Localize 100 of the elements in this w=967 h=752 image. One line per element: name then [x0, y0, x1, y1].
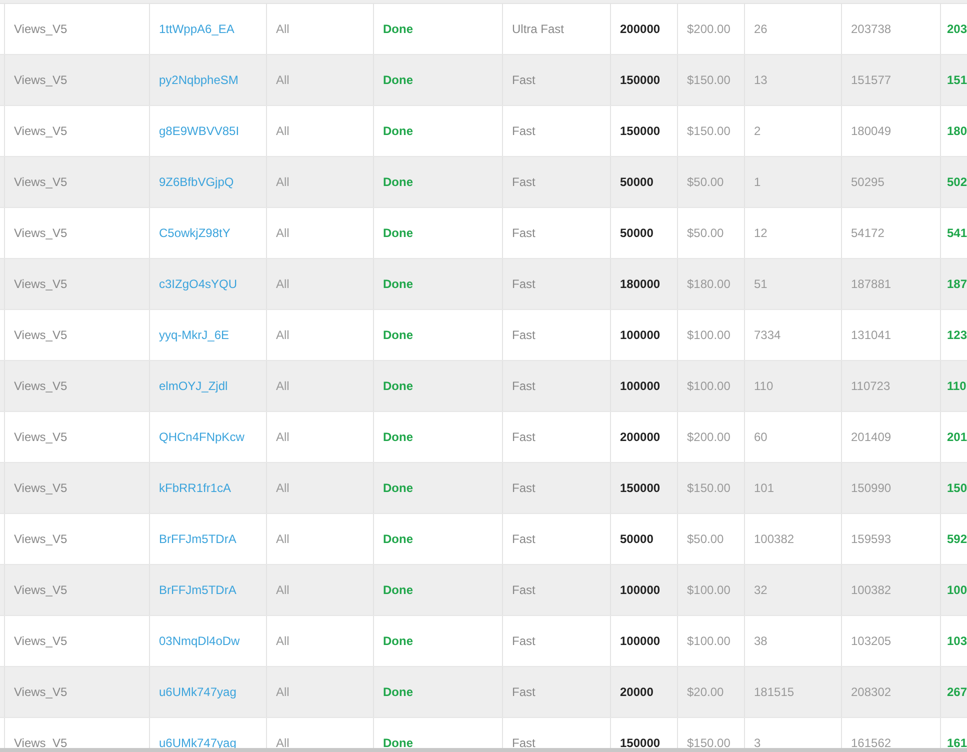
status-text: Done	[383, 225, 413, 242]
table-cell-text: 50000	[620, 531, 654, 548]
table-cell-text: $150.00	[687, 123, 730, 140]
video-link[interactable]: 03NmqDl4oDw	[159, 632, 240, 650]
video-link[interactable]: c3IZgO4sYQU	[159, 275, 238, 293]
table-cell-text: 103205	[851, 633, 892, 650]
table-cell-text: $150.00	[687, 735, 730, 752]
video-link[interactable]: C5owkjZ98tY	[159, 224, 230, 242]
video-link[interactable]: elmOYJ_Zjdl	[159, 377, 228, 395]
table-cell-text: $100.00	[687, 582, 730, 599]
table-cell-text: All	[276, 174, 290, 191]
table-cell-text: 100382	[754, 531, 794, 548]
table-cell-text: All	[276, 480, 290, 497]
video-link[interactable]: yyq-MkrJ_6E	[159, 326, 230, 344]
table-cell-text: 150000	[620, 72, 660, 89]
table-cell-text: 12	[754, 225, 768, 242]
table-cell-text: 161562	[851, 735, 892, 752]
status-text: Done	[383, 582, 413, 599]
table-cell-text: All	[276, 72, 290, 89]
table-cell-text: Views_V5	[14, 123, 68, 140]
table-cell-text: 181515	[754, 684, 794, 701]
table-cell-text: 203738	[851, 21, 892, 38]
table-cell-text: 3	[754, 735, 761, 752]
table-cell-text: Fast	[512, 735, 536, 752]
table-cell-text: 187881	[851, 276, 892, 293]
table-cell-text: 100382	[851, 582, 892, 599]
table-cell-text: 200000	[620, 21, 660, 38]
table-cell-text: 50000	[620, 174, 654, 191]
video-link[interactable]: BrFFJm5TDrA	[159, 581, 236, 599]
video-link[interactable]: kFbRR1fr1cA	[159, 479, 232, 497]
table-cell-text: Views_V5	[14, 429, 68, 446]
table-cell-text: All	[276, 21, 290, 38]
table-cell-text: Views_V5	[14, 531, 68, 548]
video-link[interactable]: py2NqbpheSM	[159, 71, 238, 89]
status-text: Done	[383, 174, 413, 191]
video-link[interactable]: g8E9WBVV85I	[159, 122, 240, 140]
table-cell-text: Fast	[512, 72, 536, 89]
table-cell-text: $200.00	[687, 21, 730, 38]
table-cell-text: 201409	[851, 429, 892, 446]
table-cell-text: Fast	[512, 174, 536, 191]
table-cell-text: 103	[947, 633, 967, 650]
table-cell-text: 110	[947, 378, 966, 395]
video-link[interactable]: BrFFJm5TDrA	[159, 530, 236, 548]
table-cell-text: 131041	[851, 327, 892, 344]
table-cell-text: 101	[754, 480, 774, 497]
video-link[interactable]: 9Z6BfbVGjpQ	[159, 173, 234, 191]
table-cell-text: 150990	[851, 480, 892, 497]
table-cell-text: Views_V5	[14, 633, 68, 650]
table-cell-text: $50.00	[687, 225, 724, 242]
video-link[interactable]: QHCn4FNpKcw	[159, 428, 244, 446]
table-cell-text: All	[276, 684, 290, 701]
status-text: Done	[383, 72, 413, 89]
table-cell-text: Fast	[512, 378, 536, 395]
table-cell-text: 150000	[620, 480, 660, 497]
table-cell-text: 180000	[620, 276, 660, 293]
table-cell-text: 159593	[851, 531, 892, 548]
table-cell-text: 7334	[754, 327, 781, 344]
table-cell-text: Fast	[512, 327, 536, 344]
table-cell-text: 100000	[620, 378, 660, 395]
table-cell-text: 100000	[620, 582, 660, 599]
table-cell-text: 201	[947, 429, 967, 446]
table-cell-text: 502	[947, 174, 967, 191]
table-cell-text: 151577	[851, 72, 892, 89]
table-cell-text: 150000	[620, 123, 660, 140]
status-text: Done	[383, 21, 413, 38]
table-cell-text: 1	[754, 174, 761, 191]
table-cell-text: $150.00	[687, 72, 730, 89]
status-text: Done	[383, 429, 413, 446]
table-cell-text: Fast	[512, 582, 536, 599]
table-cell-text: 151	[947, 72, 967, 89]
video-link[interactable]: 1ttWppA6_EA	[159, 20, 234, 38]
table-cell-text: 150000	[620, 735, 660, 752]
table-cell-text: 200000	[620, 429, 660, 446]
table-cell-text: 13	[754, 72, 768, 89]
table-cell-text: Views_V5	[14, 174, 68, 191]
status-text: Done	[383, 531, 413, 548]
table-cell-text: $150.00	[687, 480, 730, 497]
table-cell-text: $100.00	[687, 378, 730, 395]
table-cell-text: 208302	[851, 684, 892, 701]
table-cell-text: All	[276, 633, 290, 650]
table-cell-text: All	[276, 582, 290, 599]
table-cell-text: 38	[754, 633, 768, 650]
table-cell-text: Ultra Fast	[512, 21, 564, 38]
table-cell-text: Fast	[512, 531, 536, 548]
video-link[interactable]: u6UMk747yag	[159, 734, 236, 752]
table-cell-text: All	[276, 225, 290, 242]
table-cell-text: Views_V5	[14, 21, 68, 38]
status-text: Done	[383, 276, 413, 293]
status-text: Done	[383, 684, 413, 701]
table-cell-text: 203	[947, 21, 967, 38]
table-cell-text: Views_V5	[14, 378, 68, 395]
video-link[interactable]: u6UMk747yag	[159, 683, 236, 701]
table-cell-text: 541	[947, 225, 967, 242]
table-cell-text: $50.00	[687, 174, 724, 191]
table-cell-text: 123	[947, 327, 967, 344]
table-cell-text: Fast	[512, 225, 536, 242]
table-cell-text: 267	[947, 684, 967, 701]
table-cell-text: $50.00	[687, 531, 724, 548]
table-cell-text: Fast	[512, 684, 536, 701]
table-cell-text: 26	[754, 21, 768, 38]
